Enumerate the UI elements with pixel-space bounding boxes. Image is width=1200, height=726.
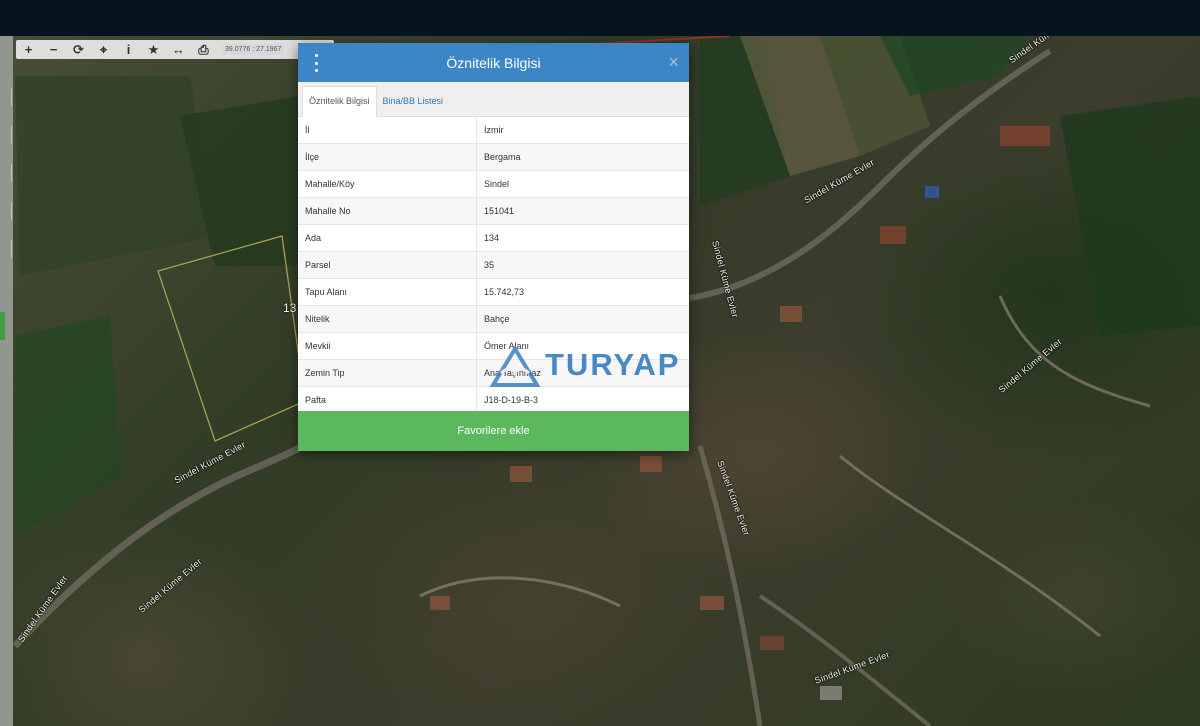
table-row: Parsel 35 <box>298 251 689 279</box>
handshake-logo-icon <box>489 345 541 387</box>
favorite-star-icon[interactable]: ★ <box>141 40 166 59</box>
attribute-info-dialog: Öznitelik Bilgisi × Öznitelik Bilgisi Bi… <box>298 43 689 451</box>
locate-icon[interactable]: ⌖ <box>91 40 116 59</box>
table-row: Mahalle/Köy Sindel <box>298 170 689 198</box>
table-row: Mahalle No 151041 <box>298 197 689 225</box>
attribute-key: İlçe <box>298 143 477 171</box>
attribute-value: 15.742,73 <box>476 278 689 306</box>
print-icon[interactable]: ⎙ <box>191 40 216 59</box>
attribute-value: Bahçe <box>476 305 689 333</box>
dialog-tabs: Öznitelik Bilgisi Bina/BB Listesi <box>298 82 689 117</box>
attribute-key: Mahalle/Köy <box>298 170 477 198</box>
tab-attribute-info[interactable]: Öznitelik Bilgisi <box>302 86 377 117</box>
parcel-number-label: 13 <box>283 301 297 315</box>
table-row: Nitelik Bahçe <box>298 305 689 333</box>
watermark-text: TURYAP <box>545 347 681 382</box>
dialog-title: Öznitelik Bilgisi <box>446 54 541 71</box>
refresh-icon[interactable]: ⟳ <box>66 40 91 59</box>
more-menu-icon[interactable] <box>310 54 322 72</box>
sidebar-handle[interactable] <box>2 126 12 144</box>
dialog-header: Öznitelik Bilgisi × <box>298 43 689 82</box>
sidebar-active-indicator <box>0 312 5 340</box>
sidebar-handle[interactable] <box>2 202 12 220</box>
attribute-key: Mevkii <box>298 332 477 360</box>
map-toolbar: + − ⟳ ⌖ i ★ ↔ ⎙ 39.0776 : 27.1967 <box>16 40 334 59</box>
table-row: Ada 134 <box>298 224 689 252</box>
attribute-value: J18-D-19-B-3 <box>476 386 689 414</box>
top-app-bar <box>0 0 1200 36</box>
attribute-value: 151041 <box>476 197 689 225</box>
left-sidebar-strip <box>0 36 13 726</box>
sidebar-handle[interactable] <box>2 88 12 106</box>
attribute-value: İzmir <box>476 117 689 144</box>
attribute-key: Zemin Tip <box>298 359 477 387</box>
attribute-value: 35 <box>476 251 689 279</box>
table-row: Tapu Alanı 15.742,73 <box>298 278 689 306</box>
attribute-key: Nitelik <box>298 305 477 333</box>
table-row: İl İzmir <box>298 117 689 144</box>
attribute-key: Tapu Alanı <box>298 278 477 306</box>
attribute-key: Ada <box>298 224 477 252</box>
attribute-key: Mahalle No <box>298 197 477 225</box>
attribute-value: 134 <box>476 224 689 252</box>
zoom-in-icon[interactable]: + <box>16 40 41 59</box>
sidebar-handle[interactable] <box>2 240 12 258</box>
turyap-watermark: TURYAP <box>489 343 680 387</box>
sidebar-handle[interactable] <box>2 164 12 182</box>
close-icon[interactable]: × <box>668 52 679 73</box>
info-icon[interactable]: i <box>116 40 141 59</box>
add-to-favorites-button[interactable]: Favorilere ekle <box>298 411 689 451</box>
measure-icon[interactable]: ↔ <box>166 40 191 59</box>
zoom-out-icon[interactable]: − <box>41 40 66 59</box>
coordinate-readout: 39.0776 : 27.1967 <box>222 44 285 55</box>
table-row: Pafta J18-D-19-B-3 <box>298 386 689 414</box>
attribute-value: Bergama <box>476 143 689 171</box>
attribute-key: İl <box>298 117 477 144</box>
tab-building-list[interactable]: Bina/BB Listesi <box>377 87 450 116</box>
attribute-key: Parsel <box>298 251 477 279</box>
attribute-key: Pafta <box>298 386 477 414</box>
attribute-value: Sindel <box>476 170 689 198</box>
table-row: İlçe Bergama <box>298 143 689 171</box>
